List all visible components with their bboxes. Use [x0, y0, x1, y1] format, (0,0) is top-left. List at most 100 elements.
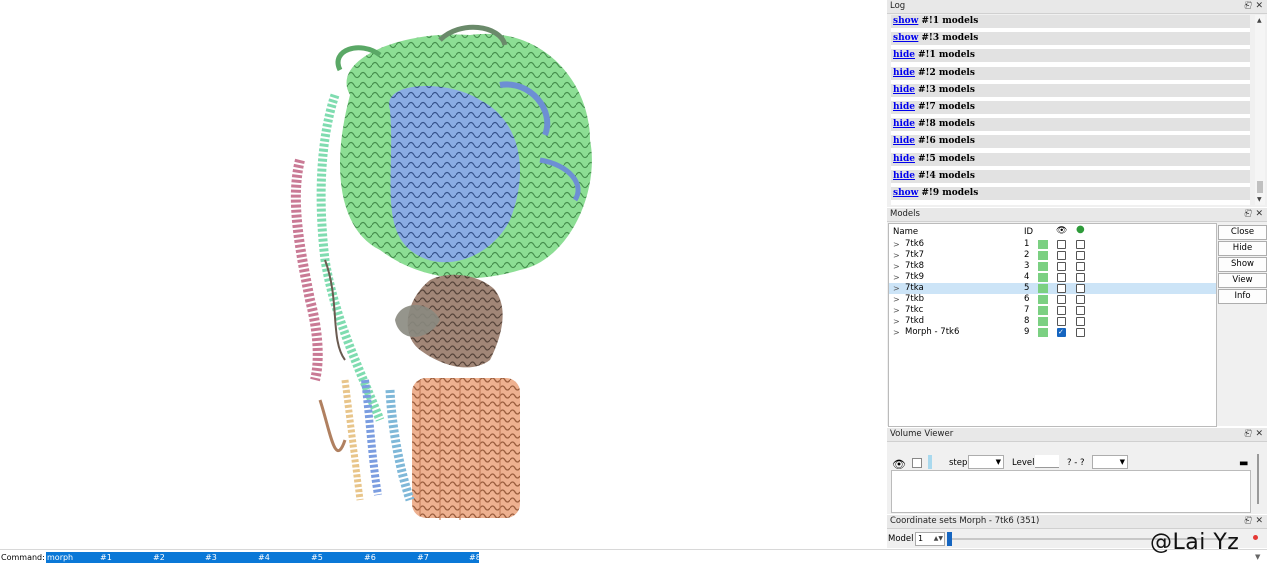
level-label: Level	[1012, 458, 1035, 468]
level-input[interactable]	[1035, 455, 1059, 468]
float-panel-icon[interactable]: ⎗	[1244, 208, 1251, 221]
expand-chevron-icon[interactable]: >	[893, 327, 900, 338]
model-shown-checkbox[interactable]	[1057, 317, 1066, 326]
show-button[interactable]: Show	[1218, 257, 1267, 272]
close-panel-icon[interactable]: ✕	[1255, 0, 1263, 13]
command-history-chevron-icon[interactable]: ▼	[1255, 553, 1260, 561]
column-header-id[interactable]: ID	[1024, 227, 1033, 237]
model-select-checkbox[interactable]	[1076, 284, 1085, 293]
log-link[interactable]: show	[893, 16, 918, 26]
scroll-down-icon[interactable]: ▼	[1257, 196, 1262, 203]
view-button[interactable]: View	[1218, 273, 1267, 288]
log-scrollbar[interactable]: ▲ ▼	[1255, 15, 1265, 205]
volume-color-swatch[interactable]	[928, 455, 932, 469]
salmon-transmembrane-bundle	[412, 378, 520, 520]
log-link[interactable]: hide	[893, 171, 915, 181]
info-button[interactable]: Info	[1218, 289, 1267, 304]
protein-structure-render	[290, 24, 592, 520]
model-select-checkbox[interactable]	[1076, 240, 1085, 249]
step-dropdown[interactable]: ▼	[968, 455, 1004, 469]
model-select-checkbox[interactable]	[1076, 273, 1085, 282]
volume-display-checkbox[interactable]	[912, 458, 922, 468]
model-id: 5	[1024, 283, 1030, 293]
expand-chevron-icon[interactable]: >	[893, 294, 900, 305]
float-panel-icon[interactable]: ⎗	[1244, 428, 1251, 441]
log-link[interactable]: hide	[893, 85, 915, 95]
model-select-checkbox[interactable]	[1076, 306, 1085, 315]
volume-scrollbar[interactable]	[1257, 454, 1259, 504]
model-row[interactable]: >7tk9 4	[889, 272, 1216, 283]
expand-chevron-icon[interactable]: >	[893, 316, 900, 327]
hide-button[interactable]: Hide	[1218, 241, 1267, 256]
model-color-swatch[interactable]	[1038, 295, 1048, 304]
log-link[interactable]: hide	[893, 119, 915, 129]
model-color-swatch[interactable]	[1038, 240, 1048, 249]
model-color-swatch[interactable]	[1038, 251, 1048, 260]
model-select-checkbox[interactable]	[1076, 317, 1085, 326]
model-select-checkbox[interactable]	[1076, 328, 1085, 337]
graphics-viewport[interactable]	[0, 0, 886, 548]
command-input[interactable]: morph #1 #2 #3 #4 #5 #6 #7 #8	[46, 552, 481, 563]
expand-chevron-icon[interactable]: >	[893, 250, 900, 261]
model-shown-checkbox[interactable]	[1057, 273, 1066, 282]
log-link[interactable]: hide	[893, 50, 915, 60]
model-row[interactable]: >7tk7 2	[889, 250, 1216, 261]
menu-icon[interactable]: ▬	[1239, 458, 1248, 469]
close-button[interactable]: Close	[1218, 225, 1267, 240]
log-link[interactable]: hide	[893, 68, 915, 78]
model-color-swatch[interactable]	[1038, 284, 1048, 293]
log-entry: hide #!8 models	[891, 118, 1250, 132]
model-select-checkbox[interactable]	[1076, 251, 1085, 260]
model-row[interactable]: > Morph - 7tk6 9	[889, 327, 1216, 338]
log-link[interactable]: show	[893, 188, 918, 198]
model-select-checkbox[interactable]	[1076, 295, 1085, 304]
slider-handle[interactable]	[947, 532, 952, 546]
spin-arrows-icon[interactable]: ▲▼	[934, 533, 943, 545]
log-panel-title: Log ⎗ ✕	[887, 0, 1267, 14]
expand-chevron-icon[interactable]: >	[893, 305, 900, 316]
close-panel-icon[interactable]: ✕	[1255, 428, 1263, 441]
expand-chevron-icon[interactable]: >	[893, 283, 900, 294]
chimerax-window: Log ⎗ ✕ show #!1 models show #!3 models hi…	[0, 0, 1267, 564]
model-color-swatch[interactable]	[1038, 306, 1048, 315]
log-link[interactable]: hide	[893, 102, 915, 112]
close-panel-icon[interactable]: ✕	[1255, 208, 1263, 221]
model-row[interactable]: >7tkc 7	[889, 305, 1216, 316]
model-shown-checkbox[interactable]	[1057, 240, 1066, 249]
column-header-name[interactable]: Name	[893, 227, 918, 237]
model-row[interactable]: >7tk6 1	[889, 239, 1216, 250]
model-row-selected[interactable]: >7tka 5	[889, 283, 1216, 294]
model-row[interactable]: >7tkb 6	[889, 294, 1216, 305]
log-entry-text: #!4 models	[917, 170, 975, 181]
model-select-checkbox[interactable]	[1076, 262, 1085, 271]
expand-chevron-icon[interactable]: >	[893, 272, 900, 283]
model-color-swatch[interactable]	[1038, 317, 1048, 326]
model-shown-checkbox[interactable]	[1057, 262, 1066, 271]
model-row[interactable]: >7tk8 3	[889, 261, 1216, 272]
model-shown-checkbox-checked[interactable]	[1057, 327, 1066, 338]
scroll-up-icon[interactable]: ▲	[1257, 17, 1262, 24]
model-color-swatch[interactable]	[1038, 273, 1048, 282]
model-spinbox[interactable]: 1 ▲▼	[915, 532, 945, 546]
log-link[interactable]: show	[893, 33, 918, 43]
float-panel-icon[interactable]: ⎗	[1244, 0, 1251, 13]
model-shown-checkbox[interactable]	[1057, 251, 1066, 260]
model-color-swatch[interactable]	[1038, 328, 1048, 337]
model-shown-checkbox[interactable]	[1057, 295, 1066, 304]
model-color-swatch[interactable]	[1038, 262, 1048, 271]
command-token: #2	[153, 553, 165, 562]
model-row[interactable]: >7tkd 8	[889, 316, 1216, 327]
expand-chevron-icon[interactable]: >	[893, 239, 900, 250]
log-link[interactable]: hide	[893, 154, 915, 164]
float-panel-icon[interactable]: ⎗	[1244, 515, 1251, 528]
histogram-area[interactable]	[891, 470, 1251, 513]
log-entry-text: #!3 models	[917, 84, 975, 95]
close-panel-icon[interactable]: ✕	[1255, 515, 1263, 528]
model-shown-checkbox[interactable]	[1057, 284, 1066, 293]
log-link[interactable]: hide	[893, 136, 915, 146]
model-name: 7tkd	[905, 316, 925, 326]
expand-chevron-icon[interactable]: >	[893, 261, 900, 272]
log-scroll-thumb[interactable]	[1257, 181, 1263, 193]
style-dropdown[interactable]: ▼	[1092, 455, 1128, 469]
model-shown-checkbox[interactable]	[1057, 306, 1066, 315]
